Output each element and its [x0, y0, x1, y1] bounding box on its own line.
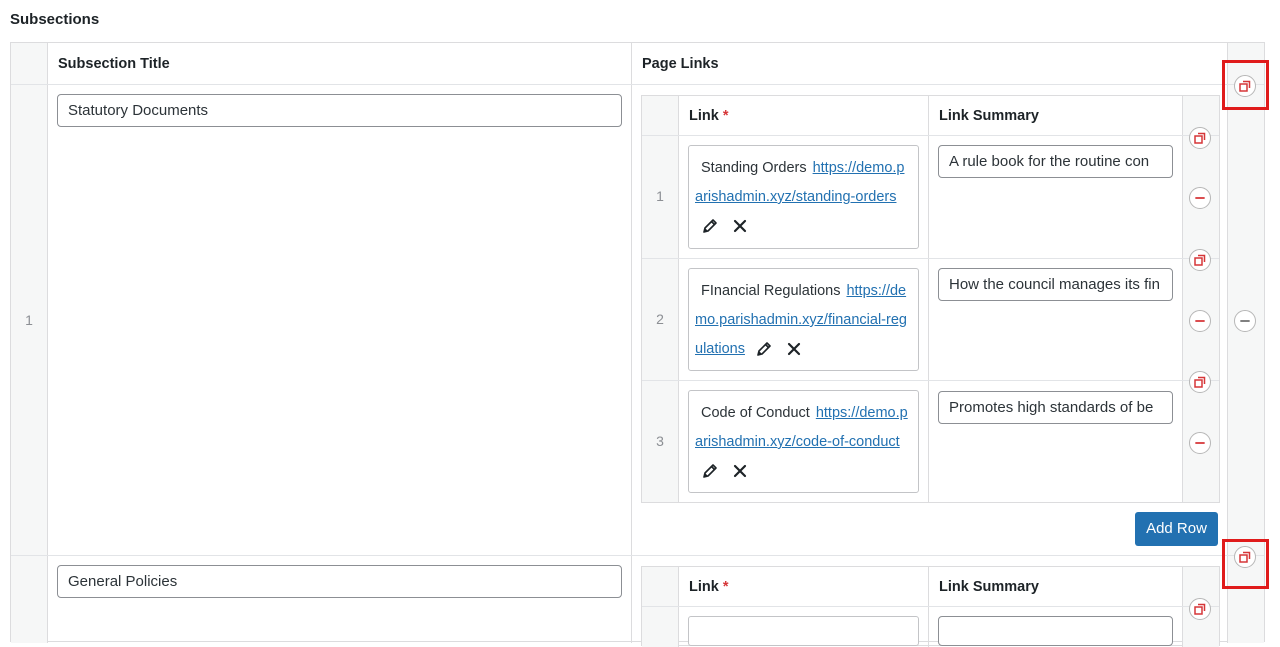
- link-title: FInancial Regulations: [701, 283, 841, 299]
- column-header-subsection-title: Subsection Title: [58, 56, 170, 72]
- pencil-icon[interactable]: [701, 217, 719, 235]
- remove-link-row-button[interactable]: [1189, 187, 1211, 209]
- duplicate-subsection-button[interactable]: [1234, 546, 1256, 568]
- link-title: Code of Conduct: [701, 405, 810, 421]
- required-marker: *: [722, 108, 729, 124]
- duplicate-row-icon: [1194, 603, 1206, 615]
- duplicate-link-row-button[interactable]: [1189, 371, 1211, 393]
- link-field: Code of Conduct https://demo.parishadmin.…: [688, 390, 919, 493]
- remove-subsection-button[interactable]: [1234, 310, 1256, 332]
- link-row-number[interactable]: 1: [642, 188, 678, 204]
- required-marker: *: [722, 579, 729, 595]
- remove-row-icon: [1240, 320, 1250, 322]
- duplicate-row-icon: [1194, 254, 1206, 266]
- add-link-row-button[interactable]: Add Row: [1135, 512, 1218, 546]
- subsection-title-input[interactable]: General Policies: [57, 565, 622, 598]
- link-row-number[interactable]: 3: [642, 433, 678, 449]
- duplicate-link-row-button[interactable]: [1189, 598, 1211, 620]
- pencil-icon[interactable]: [755, 340, 773, 358]
- remove-row-icon: [1195, 442, 1205, 444]
- duplicate-row-icon: [1194, 132, 1206, 144]
- link-title: Standing Orders: [701, 160, 807, 176]
- remove-row-icon: [1195, 197, 1205, 199]
- link-field: [688, 616, 919, 646]
- link-row-number[interactable]: 2: [642, 311, 678, 327]
- duplicate-row-icon: [1239, 80, 1251, 92]
- link-field: FInancial Regulations https://demo.parish…: [688, 268, 919, 371]
- remove-link-row-button[interactable]: [1189, 432, 1211, 454]
- close-icon[interactable]: [785, 340, 803, 358]
- link-summary-input[interactable]: [938, 616, 1173, 646]
- link-summary-input[interactable]: How the council manages its fin: [938, 268, 1173, 301]
- column-header-link-summary: Link Summary: [939, 108, 1039, 124]
- remove-link-row-button[interactable]: [1189, 310, 1211, 332]
- close-icon[interactable]: [731, 217, 749, 235]
- pencil-icon[interactable]: [701, 462, 719, 480]
- row-handle-column: [11, 43, 47, 643]
- close-icon[interactable]: [731, 462, 749, 480]
- remove-row-icon: [1195, 320, 1205, 322]
- duplicate-link-row-button[interactable]: [1189, 127, 1211, 149]
- duplicate-subsection-button[interactable]: [1234, 75, 1256, 97]
- link-field: Standing Orders https://demo.parishadmin.…: [688, 145, 919, 249]
- duplicate-row-icon: [1239, 551, 1251, 563]
- column-header-page-links: Page Links: [642, 56, 719, 72]
- row-number[interactable]: 1: [11, 312, 47, 328]
- duplicate-row-icon: [1194, 376, 1206, 388]
- section-title: Subsections: [10, 11, 100, 28]
- column-header-link: Link *: [689, 108, 729, 124]
- subsection-title-input[interactable]: Statutory Documents: [57, 94, 622, 127]
- link-summary-input[interactable]: Promotes high standards of be: [938, 391, 1173, 424]
- duplicate-link-row-button[interactable]: [1189, 249, 1211, 271]
- column-header-link: Link *: [689, 579, 729, 595]
- column-header-link-summary: Link Summary: [939, 579, 1039, 595]
- link-summary-input[interactable]: A rule book for the routine con: [938, 145, 1173, 178]
